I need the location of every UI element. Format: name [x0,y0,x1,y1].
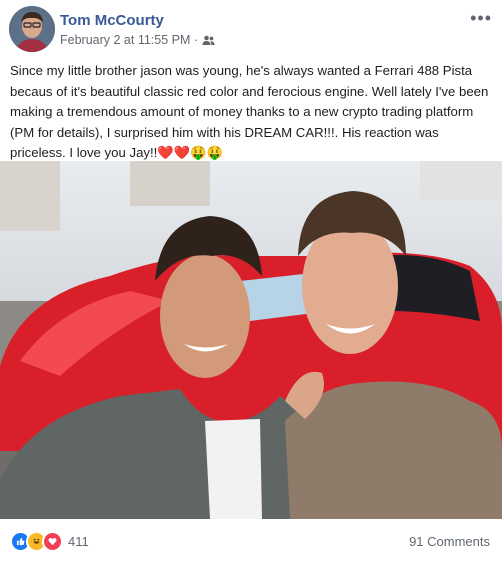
post-timestamp[interactable]: February 2 at 11:55 PM · [60,33,198,47]
photo-image [0,161,502,519]
post-meta: February 2 at 11:55 PM · [60,33,215,47]
post-photo[interactable] [0,161,502,519]
love-icon [42,531,63,552]
reactions-summary[interactable]: 411 [10,531,89,552]
post-header: Tom McCourty February 2 at 11:55 PM · ••… [0,0,502,60]
post-text: Since my little brother jason was young,… [10,63,489,160]
author-name[interactable]: Tom McCourty [60,12,164,29]
comments-link[interactable]: 91 Comments [409,534,490,549]
avatar[interactable] [9,6,55,52]
more-options-button[interactable]: ••• [470,8,492,29]
post-footer: 411 91 Comments [0,522,502,564]
friends-icon [202,35,215,45]
reaction-count: 411 [68,534,89,549]
avatar-image [9,6,55,52]
